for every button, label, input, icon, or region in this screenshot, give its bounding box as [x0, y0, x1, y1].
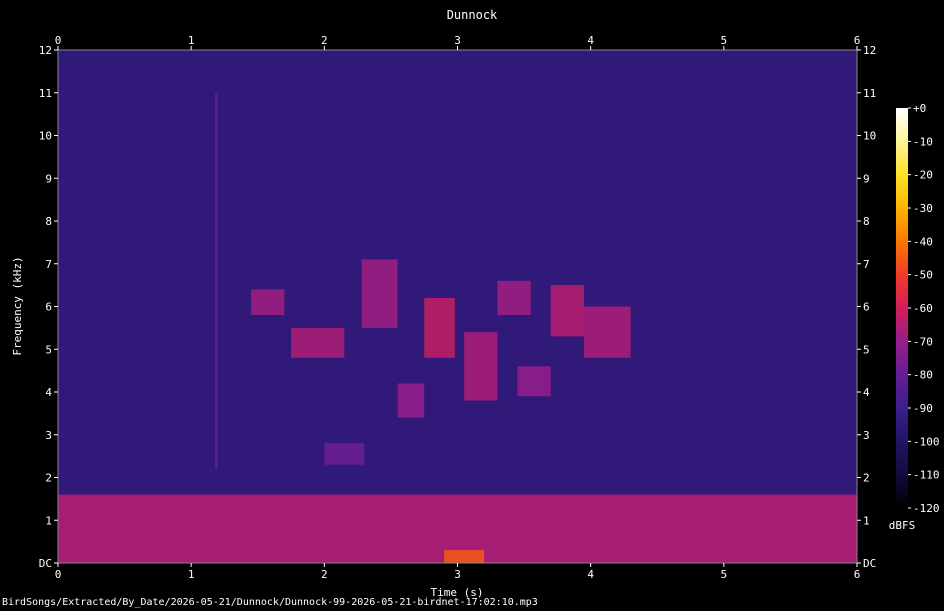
song-event-4 [397, 383, 425, 418]
x-tick-label-bottom: 6 [854, 568, 861, 581]
colorbar-tick-label: -120 [913, 502, 940, 515]
y-tick-label-left: 5 [45, 343, 52, 356]
song-event-3 [361, 259, 398, 328]
y-axis-label: Frequency (kHz) [11, 256, 24, 355]
song-event-1 [251, 289, 285, 316]
y-tick-label-left: 3 [45, 429, 52, 442]
x-tick-label-bottom: 3 [454, 568, 461, 581]
song-event-7 [497, 280, 531, 316]
x-tick-label-bottom: 4 [587, 568, 594, 581]
y-tick-label-left: 9 [45, 172, 52, 185]
song-event-0 [215, 92, 218, 469]
colorbar-tick-label: -70 [913, 335, 933, 348]
y-tick-label-left: 12 [39, 44, 52, 57]
x-tick-label-top: 1 [188, 34, 195, 47]
y-tick-label-left: 10 [39, 130, 52, 143]
colorbar-tick-label: -110 [913, 469, 940, 482]
y-tick-label-right: 10 [863, 130, 876, 143]
x-tick-label-top: 4 [587, 34, 594, 47]
x-tick-label-bottom: 5 [721, 568, 728, 581]
x-tick-label-top: 5 [721, 34, 728, 47]
colorbar-label: dBFS [889, 519, 916, 532]
colorbar-tick-label: -30 [913, 202, 933, 215]
colorbar-tick-label: -40 [913, 235, 933, 248]
y-tick-label-right: 9 [863, 172, 870, 185]
x-tick-label-bottom: 1 [188, 568, 195, 581]
x-tick-label-top: 3 [454, 34, 461, 47]
y-tick-label-right: 8 [863, 215, 870, 228]
song-event-12 [444, 550, 485, 563]
song-event-2 [291, 327, 345, 358]
colorbar-tick-label: -10 [913, 135, 933, 148]
y-tick-label-left: 8 [45, 215, 52, 228]
y-tick-label-left: 2 [45, 472, 52, 485]
y-tick-label-right: 5 [863, 343, 870, 356]
y-tick-label-right: 6 [863, 301, 870, 314]
y-tick-label-left: 7 [45, 258, 52, 271]
y-tick-label-right: 4 [863, 386, 870, 399]
y-tick-label-right: 11 [863, 87, 876, 100]
chart-title: Dunnock [447, 8, 498, 22]
spectrogram-chart: Dunnock 00112233445566DC DC1 12 23 34 45 56 67 7… [0, 0, 944, 611]
colorbar-tick-label: -80 [913, 369, 933, 382]
y-tick-label-right: 12 [863, 44, 876, 57]
song-event-9 [550, 285, 585, 337]
song-event-11 [324, 443, 365, 465]
colorbar-scale [896, 108, 908, 508]
y-tick-label-right: 1 [863, 514, 870, 527]
y-tick-label-left: 6 [45, 301, 52, 314]
x-tick-label-top: 0 [55, 34, 62, 47]
y-tick-label-left: DC [39, 557, 52, 570]
file-path-footer: BirdSongs/Extracted/By_Date/2026-05-21/D… [2, 597, 538, 608]
spectrogram-plot [57, 49, 858, 564]
x-tick-label-bottom: 0 [55, 568, 62, 581]
y-tick-label-right: 7 [863, 258, 870, 271]
colorbar-tick-label: -20 [913, 169, 933, 182]
song-event-8 [517, 366, 551, 397]
x-tick-label-bottom: 2 [321, 568, 328, 581]
y-tick-label-left: 4 [45, 386, 52, 399]
colorbar-tick-label: -60 [913, 302, 933, 315]
x-tick-label-top: 6 [854, 34, 861, 47]
song-event-6 [464, 332, 498, 401]
song-event-5 [424, 297, 455, 358]
colorbar-tick-label: -50 [913, 269, 933, 282]
spectrogram-background [58, 50, 857, 563]
y-tick-label-left: 1 [45, 514, 52, 527]
colorbar-tick-label: +0 [913, 102, 926, 115]
song-event-10 [584, 306, 631, 358]
x-tick-label-top: 2 [321, 34, 328, 47]
colorbar-tick-label: -100 [913, 435, 940, 448]
y-tick-label-right: DC [863, 557, 876, 570]
y-tick-label-left: 11 [39, 87, 52, 100]
y-tick-label-right: 2 [863, 472, 870, 485]
colorbar-tick-label: -90 [913, 402, 933, 415]
y-tick-label-right: 3 [863, 429, 870, 442]
